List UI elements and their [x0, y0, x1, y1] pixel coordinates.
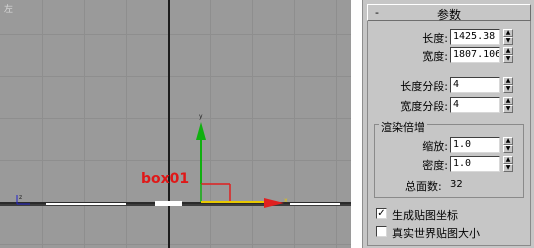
box-object-highlight	[290, 203, 340, 205]
transform-gizmo-icon[interactable]: y x	[180, 110, 290, 220]
length-input[interactable]: 1425.38	[450, 29, 500, 45]
density-input[interactable]: 1.0	[450, 156, 500, 172]
spinner-down-icon[interactable]: ▼	[503, 145, 513, 153]
parameters-rollout-header[interactable]: - 参数	[367, 4, 531, 22]
spinner-up-icon[interactable]: ▲	[503, 77, 513, 85]
length-segments-label: 长度分段:	[400, 80, 448, 93]
scale-input[interactable]: 1.0	[450, 137, 500, 153]
world-axis-vertical	[168, 0, 170, 248]
width-input[interactable]: 1807.106	[450, 47, 500, 63]
panel-gap	[351, 0, 362, 248]
spinner-up-icon[interactable]: ▲	[503, 97, 513, 105]
world-axis-tripod-icon: z	[16, 194, 30, 205]
length-spinner[interactable]: ▲ ▼	[503, 29, 513, 45]
grid-line	[294, 0, 295, 248]
grid-line	[0, 34, 351, 35]
spinner-up-icon[interactable]: ▲	[503, 137, 513, 145]
spinner-down-icon[interactable]: ▼	[503, 164, 513, 172]
generate-mapping-coords-checkbox[interactable]: ✓	[376, 208, 387, 219]
spinner-down-icon[interactable]: ▼	[503, 37, 513, 45]
length-segments-input[interactable]: 4	[450, 77, 500, 93]
total-faces-label: 总面数:	[405, 180, 442, 193]
scale-spinner[interactable]: ▲ ▼	[503, 137, 513, 153]
length-label: 长度:	[422, 32, 448, 45]
length-segments-spinner[interactable]: ▲ ▼	[503, 77, 513, 93]
svg-text:y: y	[199, 113, 203, 120]
real-world-map-size-label[interactable]: 真实世界贴图大小	[392, 225, 480, 241]
real-world-map-size-checkbox[interactable]	[376, 226, 387, 237]
spinner-down-icon[interactable]: ▼	[503, 105, 513, 113]
svg-text:z: z	[19, 194, 22, 201]
width-label: 宽度:	[422, 50, 448, 63]
render-multipliers-group	[374, 124, 524, 198]
grid-line	[126, 0, 127, 248]
box-object-highlight	[46, 203, 126, 205]
density-spinner[interactable]: ▲ ▼	[503, 156, 513, 172]
viewport-label[interactable]: 左	[4, 2, 13, 15]
generate-mapping-coords-label[interactable]: 生成贴图坐标	[392, 207, 458, 223]
grid-line	[42, 0, 43, 248]
width-segments-spinner[interactable]: ▲ ▼	[503, 97, 513, 113]
total-faces-value: 32	[450, 179, 463, 190]
render-multipliers-title: 渲染倍增	[379, 119, 427, 135]
grid-line	[336, 0, 337, 248]
spinner-up-icon[interactable]: ▲	[503, 29, 513, 37]
scale-label: 缩放:	[422, 140, 448, 153]
svg-text:x: x	[284, 197, 288, 204]
width-spinner[interactable]: ▲ ▼	[503, 47, 513, 63]
spinner-down-icon[interactable]: ▼	[503, 55, 513, 63]
grid-line	[0, 76, 351, 77]
grid-line	[0, 244, 351, 245]
spinner-up-icon[interactable]: ▲	[503, 156, 513, 164]
spinner-up-icon[interactable]: ▲	[503, 47, 513, 55]
density-label: 密度:	[422, 159, 448, 172]
grid-line	[0, 160, 351, 161]
grid-line	[0, 118, 351, 119]
width-segments-input[interactable]: 4	[450, 97, 500, 113]
command-panel: - 参数 长度: 1425.38 ▲ ▼ 宽度: 1807.106 ▲ ▼ 长度…	[362, 0, 534, 248]
width-segments-label: 宽度分段:	[400, 100, 448, 113]
spinner-down-icon[interactable]: ▼	[503, 85, 513, 93]
selected-object-bar[interactable]	[155, 201, 182, 206]
viewport-left[interactable]: 左 box01 z y x	[0, 0, 351, 248]
grid-line	[84, 0, 85, 248]
